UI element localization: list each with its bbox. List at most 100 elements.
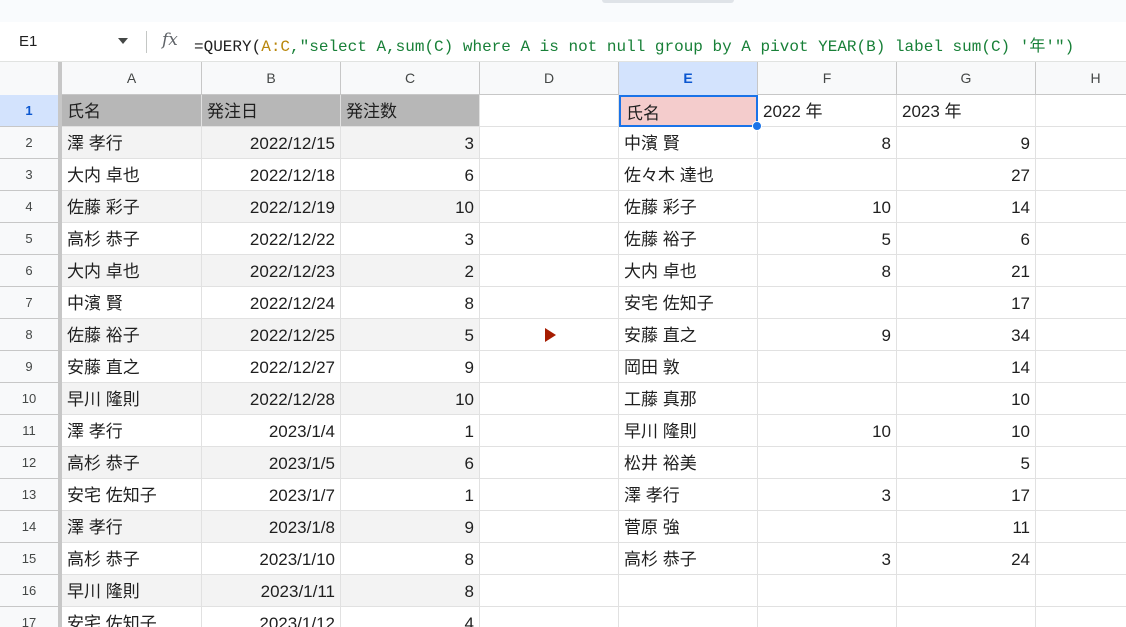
row-header[interactable]: 1 — [0, 95, 62, 127]
select-all-corner[interactable] — [0, 62, 62, 95]
cell-d15[interactable] — [480, 543, 619, 575]
cell-e11[interactable]: 早川 隆則 — [619, 415, 758, 447]
cell-d12[interactable] — [480, 447, 619, 479]
cell-a14[interactable]: 澤 孝行 — [62, 511, 202, 543]
cell-g10[interactable]: 10 — [897, 383, 1036, 415]
cell-h12[interactable] — [1036, 447, 1126, 479]
row-header[interactable]: 16 — [0, 575, 62, 607]
cell-b6[interactable]: 2022/12/23 — [202, 255, 341, 287]
column-header-h[interactable]: H — [1036, 62, 1126, 95]
cell-d14[interactable] — [480, 511, 619, 543]
row-header[interactable]: 13 — [0, 479, 62, 511]
cell-h1[interactable] — [1036, 95, 1126, 127]
cell-e5[interactable]: 佐藤 裕子 — [619, 223, 758, 255]
cell-d7[interactable] — [480, 287, 619, 319]
cell-c9[interactable]: 9 — [341, 351, 480, 383]
cell-h8[interactable] — [1036, 319, 1126, 351]
cell-b12[interactable]: 2023/1/5 — [202, 447, 341, 479]
cell-f2[interactable]: 8 — [758, 127, 897, 159]
cell-h10[interactable] — [1036, 383, 1126, 415]
cell-g14[interactable]: 11 — [897, 511, 1036, 543]
cell-b14[interactable]: 2023/1/8 — [202, 511, 341, 543]
row-header[interactable]: 2 — [0, 127, 62, 159]
cell-h15[interactable] — [1036, 543, 1126, 575]
cell-b7[interactable]: 2022/12/24 — [202, 287, 341, 319]
cell-b16[interactable]: 2023/1/11 — [202, 575, 341, 607]
cell-f11[interactable]: 10 — [758, 415, 897, 447]
cell-h3[interactable] — [1036, 159, 1126, 191]
column-header-d[interactable]: D — [480, 62, 619, 95]
cell-e10[interactable]: 工藤 真那 — [619, 383, 758, 415]
cell-c8[interactable]: 5 — [341, 319, 480, 351]
cell-g15[interactable]: 24 — [897, 543, 1036, 575]
cell-c6[interactable]: 2 — [341, 255, 480, 287]
cell-b11[interactable]: 2023/1/4 — [202, 415, 341, 447]
cell-f14[interactable] — [758, 511, 897, 543]
cell-a8[interactable]: 佐藤 裕子 — [62, 319, 202, 351]
cell-g12[interactable]: 5 — [897, 447, 1036, 479]
cell-a5[interactable]: 高杉 恭子 — [62, 223, 202, 255]
dropdown-caret-icon[interactable] — [118, 38, 128, 44]
cell-h2[interactable] — [1036, 127, 1126, 159]
row-header[interactable]: 3 — [0, 159, 62, 191]
cell-h6[interactable] — [1036, 255, 1126, 287]
cell-e15[interactable]: 高杉 恭子 — [619, 543, 758, 575]
cell-g11[interactable]: 10 — [897, 415, 1036, 447]
cell-c13[interactable]: 1 — [341, 479, 480, 511]
cell-g17[interactable] — [897, 607, 1036, 627]
cell-d13[interactable] — [480, 479, 619, 511]
cell-g7[interactable]: 17 — [897, 287, 1036, 319]
cell-a7[interactable]: 中濱 賢 — [62, 287, 202, 319]
cell-b9[interactable]: 2022/12/27 — [202, 351, 341, 383]
cell-c10[interactable]: 10 — [341, 383, 480, 415]
row-header[interactable]: 5 — [0, 223, 62, 255]
cell-h9[interactable] — [1036, 351, 1126, 383]
cell-g13[interactable]: 17 — [897, 479, 1036, 511]
cell-d5[interactable] — [480, 223, 619, 255]
cell-b5[interactable]: 2022/12/22 — [202, 223, 341, 255]
row-header[interactable]: 14 — [0, 511, 62, 543]
formula-input[interactable]: =QUERY(A:C,"select A,sum(C) where A is n… — [194, 32, 1074, 56]
cell-a6[interactable]: 大内 卓也 — [62, 255, 202, 287]
cell-a12[interactable]: 高杉 恭子 — [62, 447, 202, 479]
cell-b8[interactable]: 2022/12/25 — [202, 319, 341, 351]
column-header-g[interactable]: G — [897, 62, 1036, 95]
cell-f6[interactable]: 8 — [758, 255, 897, 287]
cell-h7[interactable] — [1036, 287, 1126, 319]
cell-f5[interactable]: 5 — [758, 223, 897, 255]
cell-h5[interactable] — [1036, 223, 1126, 255]
cell-b2[interactable]: 2022/12/15 — [202, 127, 341, 159]
row-header[interactable]: 7 — [0, 287, 62, 319]
column-header-e[interactable]: E — [619, 62, 758, 95]
cell-g1[interactable]: 2023 年 — [897, 95, 1036, 127]
cell-h14[interactable] — [1036, 511, 1126, 543]
cell-g8[interactable]: 34 — [897, 319, 1036, 351]
row-header[interactable]: 11 — [0, 415, 62, 447]
cell-b4[interactable]: 2022/12/19 — [202, 191, 341, 223]
fill-handle-icon[interactable] — [752, 121, 762, 131]
cell-c7[interactable]: 8 — [341, 287, 480, 319]
cell-f4[interactable]: 10 — [758, 191, 897, 223]
cell-e13[interactable]: 澤 孝行 — [619, 479, 758, 511]
cell-e8[interactable]: 安藤 直之 — [619, 319, 758, 351]
cell-h4[interactable] — [1036, 191, 1126, 223]
cell-e4[interactable]: 佐藤 彩子 — [619, 191, 758, 223]
cell-a9[interactable]: 安藤 直之 — [62, 351, 202, 383]
cell-d4[interactable] — [480, 191, 619, 223]
cell-c16[interactable]: 8 — [341, 575, 480, 607]
cell-f16[interactable] — [758, 575, 897, 607]
cell-e6[interactable]: 大内 卓也 — [619, 255, 758, 287]
cell-g3[interactable]: 27 — [897, 159, 1036, 191]
row-header[interactable]: 8 — [0, 319, 62, 351]
cell-g2[interactable]: 9 — [897, 127, 1036, 159]
cell-a16[interactable]: 早川 隆則 — [62, 575, 202, 607]
cell-a3[interactable]: 大内 卓也 — [62, 159, 202, 191]
cell-c1[interactable]: 発注数 — [341, 95, 480, 127]
cell-c14[interactable]: 9 — [341, 511, 480, 543]
cell-b10[interactable]: 2022/12/28 — [202, 383, 341, 415]
cell-e2[interactable]: 中濱 賢 — [619, 127, 758, 159]
cell-f13[interactable]: 3 — [758, 479, 897, 511]
column-header-f[interactable]: F — [758, 62, 897, 95]
row-header[interactable]: 10 — [0, 383, 62, 415]
row-header[interactable]: 15 — [0, 543, 62, 575]
